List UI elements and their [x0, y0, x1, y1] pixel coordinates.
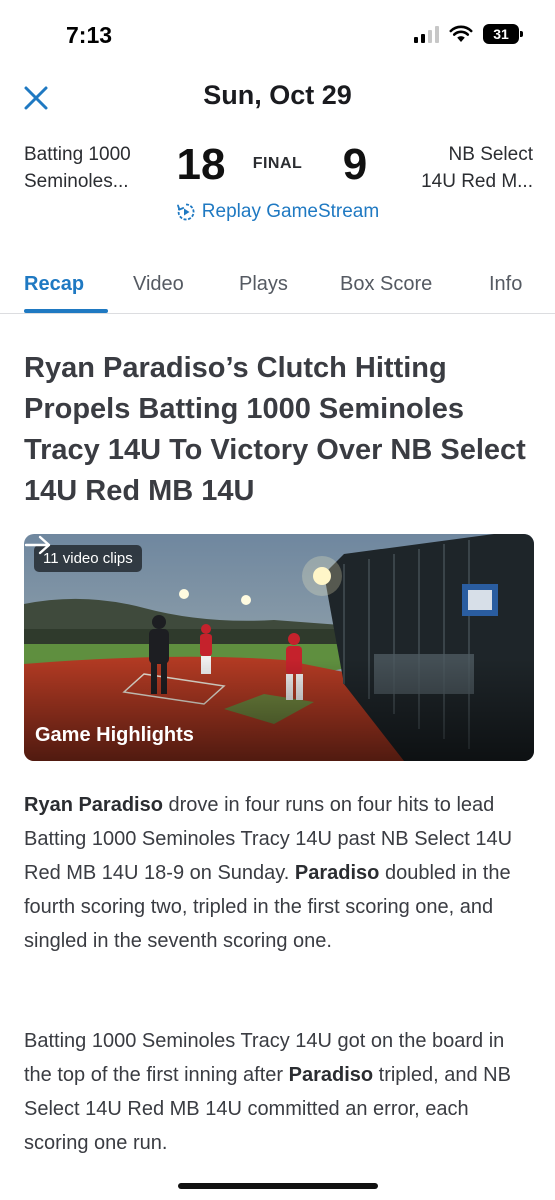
home-team-line2: Seminoles... — [24, 171, 129, 192]
away-score: 9 — [342, 140, 368, 189]
tab-video[interactable]: Video — [133, 273, 184, 296]
away-team-line2: 14U Red M... — [421, 171, 533, 192]
home-indicator — [178, 1183, 378, 1189]
home-team-name[interactable]: Batting 1000 Seminoles... — [24, 141, 164, 195]
article-paragraph-1: Ryan Paradiso drove in four runs on four… — [24, 788, 534, 958]
nav-header: Sun, Oct 29 — [0, 72, 555, 122]
tab-plays[interactable]: Plays — [239, 273, 288, 296]
home-score: 18 — [176, 140, 226, 189]
tab-recap[interactable]: Recap — [24, 273, 84, 296]
replay-label: Replay GameStream — [201, 201, 380, 222]
replay-icon — [176, 203, 195, 221]
scoreboard: Batting 1000 Seminoles... 18 FINAL 9 NB … — [0, 135, 555, 205]
home-team-line1: Batting 1000 — [24, 144, 131, 165]
game-status: FINAL — [252, 155, 303, 172]
tab-box-score[interactable]: Box Score — [340, 273, 432, 296]
player-name: Ryan Paradiso — [24, 794, 163, 816]
game-highlights-label: Game Highlights — [35, 724, 194, 746]
active-tab-indicator — [24, 309, 108, 313]
article-paragraph-2: Batting 1000 Seminoles Tracy 14U got on … — [24, 1024, 534, 1160]
player-name: Paradiso — [294, 862, 380, 884]
wifi-icon — [449, 25, 473, 42]
battery-icon: 31 — [483, 24, 523, 44]
replay-gamestream-button[interactable]: Replay GameStream — [0, 201, 555, 223]
player-name: Paradiso — [288, 1064, 374, 1086]
article-headline: Ryan Paradiso’s Clutch Hitting Propels B… — [24, 352, 526, 507]
page-title: Sun, Oct 29 — [203, 80, 352, 110]
status-time: 7:13 — [66, 22, 113, 48]
video-highlights-card[interactable]: 11 video clips Game Highlights — [24, 534, 534, 761]
tab-info[interactable]: Info — [489, 273, 522, 296]
cellular-signal-icon — [414, 25, 439, 43]
away-team-line1: NB Select — [448, 144, 533, 165]
away-team-name[interactable]: NB Select 14U Red M... — [393, 141, 533, 195]
status-bar: 7:13 31 — [0, 0, 555, 70]
status-icons: 31 — [414, 24, 523, 44]
tab-bar: Recap Video Plays Box Score Info — [0, 258, 555, 314]
arrow-right-icon[interactable] — [24, 534, 52, 556]
